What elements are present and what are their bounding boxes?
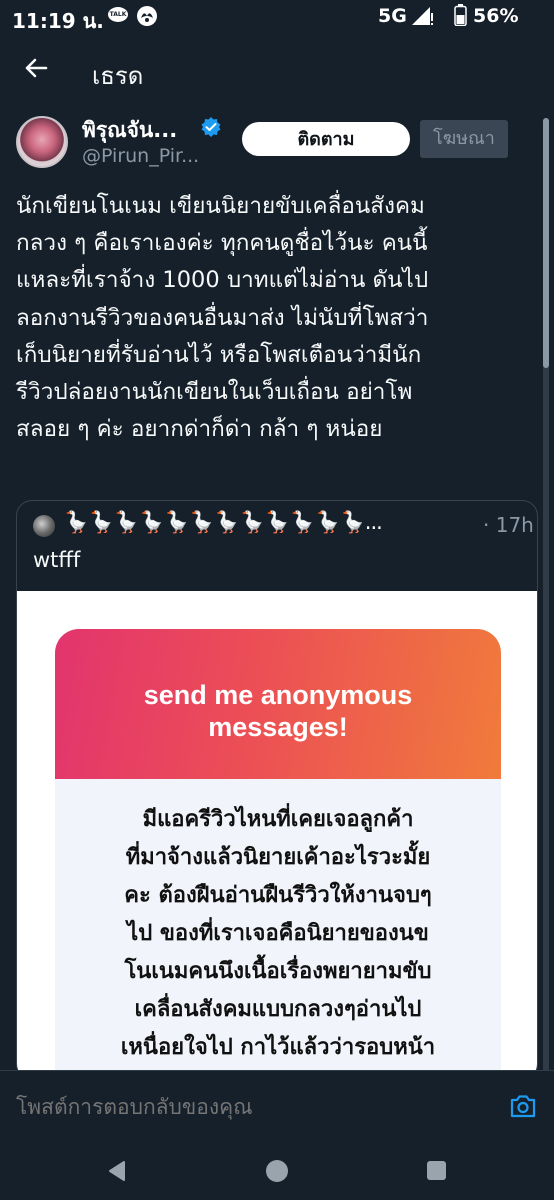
card-message: มีแอครีวิวไหนที่เคยเจอลูกค้า ที่มาจ้างแล… xyxy=(55,801,501,1067)
author-handle[interactable]: @Pirun_Pir... xyxy=(82,145,199,167)
card-message-line: โนเนมคนนึงเนื้อเรื่องพยายามขับ xyxy=(124,959,432,984)
talk-icon: TALK xyxy=(108,7,128,22)
card-message-line: คะ ต้องฝืนอ่านฝืนรีวิวให้งานจบๆ xyxy=(124,883,432,908)
arrow-left-icon[interactable] xyxy=(20,52,52,84)
card-message-line: ไป ของที่เราเจอคือนิยายของนข xyxy=(127,921,429,946)
scrollbar-thumb[interactable] xyxy=(543,118,549,368)
status-bar: 11:19 น. TALK 5G 56% xyxy=(0,0,554,36)
avatar[interactable] xyxy=(16,116,68,168)
tweet-line: นักเขียนโนเนม เขียนนิยายขับเคลื่อนสังคม xyxy=(16,193,425,219)
card-message-line: เหนื่อยใจไป กาไว้แล้วว่ารอบหน้า xyxy=(120,1035,436,1060)
ad-badge: โฆษณา xyxy=(420,120,508,158)
quoted-tweet[interactable]: 🪿🪿🪿🪿🪿🪿🪿🪿🪿🪿🪿🪿... · 17h wtfff send me anon… xyxy=(16,500,538,1080)
quoted-avatar xyxy=(33,515,55,537)
verified-badge-icon xyxy=(201,117,221,137)
system-nav-bar xyxy=(0,1142,554,1200)
tweet-line: รีวิวปล่อยงานนักเขียนในเว็บเถื่อน อย่าโพ xyxy=(16,379,413,406)
tweet-line: ลอกงานรีวิวของคนอื่นมาส่ง ไม่นับที่โพสว่… xyxy=(16,304,429,331)
tweet-author-row: พิรุณจัน... @Pirun_Pir... ติดตาม โฆษณา xyxy=(0,108,554,178)
card-title: send me anonymous messages! xyxy=(55,679,501,743)
card-title-line: messages! xyxy=(208,712,348,742)
tweet-line: สลอย ๆ ค่ะ อยากด่าก็ด่า กล้า ๆ หน่อย xyxy=(16,416,383,443)
anonymous-message-card: send me anonymous messages! มีแอครีวิวไห… xyxy=(55,629,501,1079)
camera-icon[interactable] xyxy=(508,1091,538,1121)
card-title-line: send me anonymous xyxy=(143,680,413,710)
top-app-bar: เธรด xyxy=(0,36,554,100)
tweet-line: เก็บนิยายที่รับอ่านไว้ หรือโพสเตือนว่ามี… xyxy=(16,341,422,368)
bank-icon xyxy=(137,6,157,26)
status-time: 11:19 น. xyxy=(12,9,104,33)
tweet-line: แหละที่เราจ้าง 1000 บาทแต่ไม่อ่าน ดันไป xyxy=(16,267,429,294)
reply-bar xyxy=(0,1070,554,1142)
page-title: เธรด xyxy=(92,62,144,90)
battery-icon xyxy=(454,4,467,26)
battery-percent: 56% xyxy=(473,5,519,27)
quoted-author-name: 🪿🪿🪿🪿🪿🪿🪿🪿🪿🪿🪿🪿... xyxy=(63,510,383,534)
signal-icon xyxy=(412,7,433,25)
nav-back-icon[interactable] xyxy=(106,1160,128,1182)
tweet-line: กลวง ๆ คือเราเองค่ะ ทุกคนดูชื่อไว้นะ คนน… xyxy=(16,230,428,257)
follow-button[interactable]: ติดตาม xyxy=(242,122,410,156)
nav-recents-icon[interactable] xyxy=(427,1161,446,1180)
quoted-timestamp: · 17h xyxy=(483,513,534,537)
nav-home-icon[interactable] xyxy=(266,1160,288,1182)
network-type: 5G xyxy=(378,5,407,27)
reply-input[interactable] xyxy=(16,1091,486,1123)
card-message-line: มีแอครีวิวไหนที่เคยเจอลูกค้า xyxy=(142,807,414,832)
quoted-image[interactable]: send me anonymous messages! มีแอครีวิวไห… xyxy=(17,591,537,1079)
tweet-text: นักเขียนโนเนม เขียนนิยายขับเคลื่อนสังคม … xyxy=(16,188,538,448)
card-message-line: ที่มาจ้างแล้วนิยายเค้าอะไรวะมั้ย xyxy=(125,845,431,870)
quoted-text: wtfff xyxy=(33,548,81,572)
card-message-line: เคลื่อนสังคมแบบกลวงๆอ่านไป xyxy=(134,997,422,1022)
author-name[interactable]: พิรุณจัน... xyxy=(82,114,177,147)
